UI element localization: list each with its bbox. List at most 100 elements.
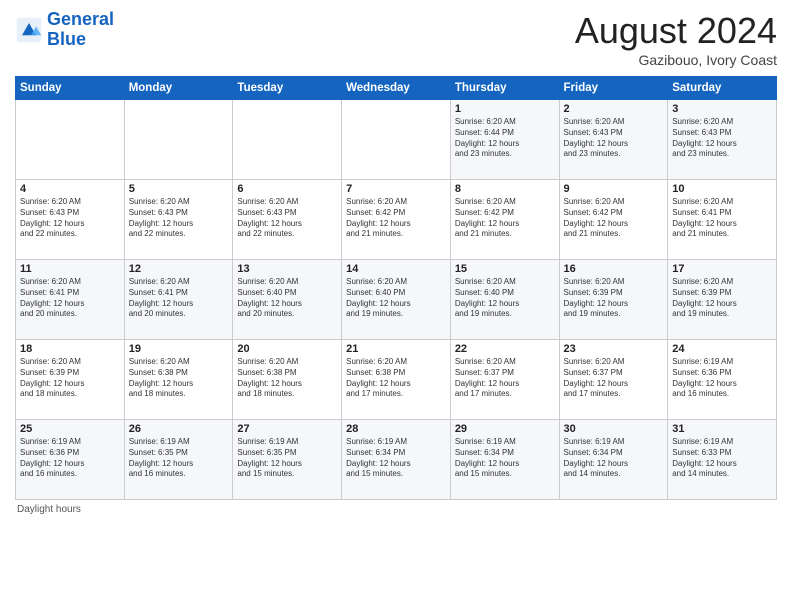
col-header-saturday: Saturday xyxy=(668,77,777,100)
footer: Daylight hours xyxy=(15,504,777,515)
day-cell-23: 23Sunrise: 6:20 AM Sunset: 6:37 PM Dayli… xyxy=(559,340,668,420)
day-info: Sunrise: 6:20 AM Sunset: 6:37 PM Dayligh… xyxy=(455,357,555,400)
day-cell-12: 12 Sunrise: 6:20 AM Sunset: 6:41 PM Dayli… xyxy=(124,260,233,340)
day-cell-empty xyxy=(16,100,125,180)
day-info: Sunrise: 6:20 AM Sunset: 6:41 PM Dayligh… xyxy=(672,197,772,240)
day-number: 16 xyxy=(564,263,664,275)
day-cell-30: 30 Sunrise: 6:19 AM Sunset: 6:34 PM Dayli… xyxy=(559,420,668,500)
day-info: Sunrise: 6:20 AM Sunset: 6:43 PM Dayligh… xyxy=(672,117,772,160)
day-number: 1 xyxy=(455,103,555,115)
day-cell-19: 19 Sunrise: 6:20 AM Sunset: 6:38 PM Dayli… xyxy=(124,340,233,420)
day-info: Sunrise: 6:19 AM Sunset: 6:34 PM Dayligh… xyxy=(455,437,555,480)
day-number: 17 xyxy=(672,263,772,275)
day-number: 22 xyxy=(455,343,555,355)
day-number: 23 xyxy=(564,343,664,355)
day-number: 21 xyxy=(346,343,446,355)
day-cell-11: 11Sunrise: 6:20 AM Sunset: 6:41 PM Dayli… xyxy=(16,260,125,340)
logo-text: General Blue xyxy=(47,10,114,50)
day-cell-14: 14Sunrise: 6:20 AM Sunset: 6:40 PM Dayli… xyxy=(342,260,451,340)
day-info: Sunrise: 6:20 AM Sunset: 6:39 PM Dayligh… xyxy=(564,277,664,320)
day-info: Sunrise: 6:20 AM Sunset: 6:42 PM Dayligh… xyxy=(564,197,664,240)
day-cell-29: 29 Sunrise: 6:19 AM Sunset: 6:34 PM Dayli… xyxy=(450,420,559,500)
day-info: Sunrise: 6:19 AM Sunset: 6:36 PM Dayligh… xyxy=(20,437,120,480)
day-cell-5: 5 Sunrise: 6:20 AM Sunset: 6:43 PM Daylig… xyxy=(124,180,233,260)
day-cell-24: 24 Sunrise: 6:19 AM Sunset: 6:36 PM Dayli… xyxy=(668,340,777,420)
day-number: 8 xyxy=(455,183,555,195)
day-cell-20: 20Sunrise: 6:20 AM Sunset: 6:38 PM Dayli… xyxy=(233,340,342,420)
day-number: 26 xyxy=(129,423,229,435)
day-number: 25 xyxy=(20,423,120,435)
day-info: Sunrise: 6:19 AM Sunset: 6:33 PM Dayligh… xyxy=(672,437,772,480)
day-number: 12 xyxy=(129,263,229,275)
day-info: Sunrise: 6:20 AM Sunset: 6:39 PM Dayligh… xyxy=(672,277,772,320)
header: General Blue August 2024 Gazibouo, Ivory… xyxy=(15,10,777,68)
day-info: Sunrise: 6:19 AM Sunset: 6:36 PM Dayligh… xyxy=(672,357,772,400)
day-cell-empty xyxy=(233,100,342,180)
day-info: Sunrise: 6:20 AM Sunset: 6:42 PM Dayligh… xyxy=(346,197,446,240)
col-header-thursday: Thursday xyxy=(450,77,559,100)
day-cell-10: 10Sunrise: 6:20 AM Sunset: 6:41 PM Dayli… xyxy=(668,180,777,260)
month-year: August 2024 xyxy=(575,10,777,52)
day-cell-empty xyxy=(342,100,451,180)
week-row-2: 4 Sunrise: 6:20 AM Sunset: 6:43 PM Daylig… xyxy=(16,180,777,260)
day-cell-2: 2 Sunrise: 6:20 AM Sunset: 6:43 PM Daylig… xyxy=(559,100,668,180)
header-row: SundayMondayTuesdayWednesdayThursdayFrid… xyxy=(16,77,777,100)
day-info: Sunrise: 6:20 AM Sunset: 6:44 PM Dayligh… xyxy=(455,117,555,160)
title-block: August 2024 Gazibouo, Ivory Coast xyxy=(575,10,777,68)
day-info: Sunrise: 6:20 AM Sunset: 6:41 PM Dayligh… xyxy=(129,277,229,320)
calendar-table: SundayMondayTuesdayWednesdayThursdayFrid… xyxy=(15,76,777,500)
day-cell-1: 1 Sunrise: 6:20 AM Sunset: 6:44 PM Daylig… xyxy=(450,100,559,180)
day-cell-31: 31Sunrise: 6:19 AM Sunset: 6:33 PM Dayli… xyxy=(668,420,777,500)
col-header-tuesday: Tuesday xyxy=(233,77,342,100)
day-number: 5 xyxy=(129,183,229,195)
week-row-3: 11Sunrise: 6:20 AM Sunset: 6:41 PM Dayli… xyxy=(16,260,777,340)
day-number: 19 xyxy=(129,343,229,355)
day-info: Sunrise: 6:20 AM Sunset: 6:38 PM Dayligh… xyxy=(346,357,446,400)
week-row-5: 25 Sunrise: 6:19 AM Sunset: 6:36 PM Dayli… xyxy=(16,420,777,500)
day-info: Sunrise: 6:20 AM Sunset: 6:43 PM Dayligh… xyxy=(20,197,120,240)
col-header-wednesday: Wednesday xyxy=(342,77,451,100)
day-number: 2 xyxy=(564,103,664,115)
day-cell-6: 6 Sunrise: 6:20 AM Sunset: 6:43 PM Daylig… xyxy=(233,180,342,260)
day-number: 4 xyxy=(20,183,120,195)
day-info: Sunrise: 6:19 AM Sunset: 6:34 PM Dayligh… xyxy=(564,437,664,480)
day-cell-16: 16 Sunrise: 6:20 AM Sunset: 6:39 PM Dayli… xyxy=(559,260,668,340)
day-info: Sunrise: 6:20 AM Sunset: 6:43 PM Dayligh… xyxy=(564,117,664,160)
day-number: 30 xyxy=(564,423,664,435)
day-number: 6 xyxy=(237,183,337,195)
week-row-4: 18Sunrise: 6:20 AM Sunset: 6:39 PM Dayli… xyxy=(16,340,777,420)
day-number: 9 xyxy=(564,183,664,195)
day-cell-4: 4 Sunrise: 6:20 AM Sunset: 6:43 PM Daylig… xyxy=(16,180,125,260)
day-number: 24 xyxy=(672,343,772,355)
day-number: 13 xyxy=(237,263,337,275)
col-header-sunday: Sunday xyxy=(16,77,125,100)
day-cell-empty xyxy=(124,100,233,180)
day-cell-9: 9 Sunrise: 6:20 AM Sunset: 6:42 PM Daylig… xyxy=(559,180,668,260)
day-info: Sunrise: 6:20 AM Sunset: 6:40 PM Dayligh… xyxy=(237,277,337,320)
day-cell-13: 13 Sunrise: 6:20 AM Sunset: 6:40 PM Dayli… xyxy=(233,260,342,340)
day-number: 29 xyxy=(455,423,555,435)
day-info: Sunrise: 6:20 AM Sunset: 6:38 PM Dayligh… xyxy=(129,357,229,400)
day-cell-22: 22 Sunrise: 6:20 AM Sunset: 6:37 PM Dayli… xyxy=(450,340,559,420)
day-cell-21: 21 Sunrise: 6:20 AM Sunset: 6:38 PM Dayli… xyxy=(342,340,451,420)
day-number: 15 xyxy=(455,263,555,275)
logo: General Blue xyxy=(15,10,114,50)
day-info: Sunrise: 6:19 AM Sunset: 6:35 PM Dayligh… xyxy=(237,437,337,480)
day-info: Sunrise: 6:20 AM Sunset: 6:39 PM Dayligh… xyxy=(20,357,120,400)
day-cell-25: 25 Sunrise: 6:19 AM Sunset: 6:36 PM Dayli… xyxy=(16,420,125,500)
col-header-friday: Friday xyxy=(559,77,668,100)
day-number: 28 xyxy=(346,423,446,435)
day-cell-17: 17 Sunrise: 6:20 AM Sunset: 6:39 PM Dayli… xyxy=(668,260,777,340)
day-cell-18: 18Sunrise: 6:20 AM Sunset: 6:39 PM Dayli… xyxy=(16,340,125,420)
day-info: Sunrise: 6:20 AM Sunset: 6:42 PM Dayligh… xyxy=(455,197,555,240)
footer-text: Daylight hours xyxy=(17,504,81,515)
day-number: 14 xyxy=(346,263,446,275)
day-cell-3: 3Sunrise: 6:20 AM Sunset: 6:43 PM Daylig… xyxy=(668,100,777,180)
day-cell-27: 27Sunrise: 6:19 AM Sunset: 6:35 PM Dayli… xyxy=(233,420,342,500)
day-info: Sunrise: 6:20 AM Sunset: 6:43 PM Dayligh… xyxy=(237,197,337,240)
day-info: Sunrise: 6:20 AM Sunset: 6:38 PM Dayligh… xyxy=(237,357,337,400)
location: Gazibouo, Ivory Coast xyxy=(575,52,777,68)
day-info: Sunrise: 6:19 AM Sunset: 6:35 PM Dayligh… xyxy=(129,437,229,480)
day-cell-26: 26 Sunrise: 6:19 AM Sunset: 6:35 PM Dayli… xyxy=(124,420,233,500)
day-info: Sunrise: 6:20 AM Sunset: 6:43 PM Dayligh… xyxy=(129,197,229,240)
